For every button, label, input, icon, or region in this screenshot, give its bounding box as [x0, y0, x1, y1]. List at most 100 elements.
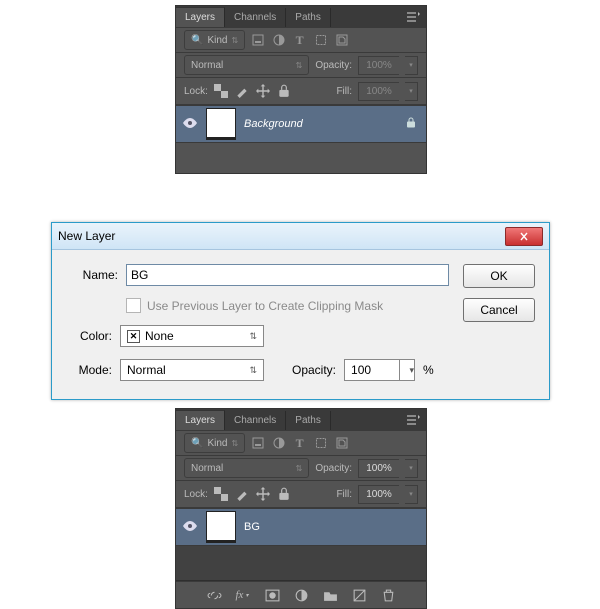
- filter-type-dropdown[interactable]: 🔍 Kind ⇅: [184, 433, 245, 453]
- pixel-filter-icon[interactable]: [251, 34, 264, 47]
- filter-row: 🔍 Kind ⇅ T: [176, 431, 426, 456]
- search-icon: 🔍: [191, 438, 203, 449]
- blend-mode-dropdown[interactable]: Normal⇅: [184, 458, 309, 478]
- smart-filter-icon[interactable]: [335, 34, 348, 47]
- lock-transparency-icon[interactable]: [214, 84, 228, 98]
- type-filter-icon[interactable]: T: [293, 437, 306, 450]
- color-dropdown[interactable]: ✕ None ⇅: [120, 325, 264, 347]
- lock-all-icon[interactable]: [277, 84, 291, 98]
- panel-menu-icon[interactable]: [400, 6, 426, 28]
- name-field-row: Name:: [66, 264, 449, 286]
- opacity-value[interactable]: 100%: [358, 459, 399, 478]
- dialog-titlebar[interactable]: New Layer: [52, 223, 549, 250]
- adjustment-filter-icon[interactable]: [272, 34, 285, 47]
- opacity-label: Opacity:: [315, 463, 352, 474]
- shape-filter-icon[interactable]: [314, 437, 327, 450]
- cancel-button[interactable]: Cancel: [463, 298, 535, 322]
- lock-row: Lock: Fill: 100% ▾: [176, 480, 426, 508]
- search-icon: 🔍: [191, 35, 203, 46]
- shape-filter-icon[interactable]: [314, 34, 327, 47]
- lock-indicator-icon[interactable]: [402, 117, 420, 131]
- clipping-mask-checkbox: [126, 298, 141, 313]
- chevron-down-icon: ▾: [409, 365, 414, 376]
- lock-pixels-icon[interactable]: [235, 487, 249, 501]
- smart-filter-icon[interactable]: [335, 437, 348, 450]
- link-layers-icon[interactable]: [207, 588, 222, 603]
- layers-panel-before: Layers Channels Paths 🔍Kind⇅ T Normal⇅ O…: [175, 5, 427, 174]
- layer-name[interactable]: Background: [244, 118, 303, 130]
- layer-row-bg[interactable]: BG: [176, 508, 426, 546]
- color-label: Color:: [66, 329, 112, 343]
- adjustment-layer-icon[interactable]: [294, 588, 309, 603]
- opacity-stepper[interactable]: ▾: [405, 56, 418, 75]
- pixel-filter-icon[interactable]: [251, 437, 264, 450]
- tab-channels[interactable]: Channels: [225, 411, 286, 430]
- lock-transparency-icon[interactable]: [214, 487, 228, 501]
- delete-layer-icon[interactable]: [381, 588, 396, 603]
- lock-row: Lock: Fill: 100%▾: [176, 77, 426, 105]
- type-filter-icon[interactable]: T: [293, 34, 306, 47]
- clipping-mask-row: Use Previous Layer to Create Clipping Ma…: [126, 298, 449, 313]
- lock-label: Lock:: [184, 489, 208, 500]
- opacity-stepper[interactable]: ▾: [400, 359, 415, 381]
- layer-thumbnail[interactable]: [206, 511, 236, 543]
- chevron-icon: ⇅: [249, 365, 257, 376]
- lock-position-icon[interactable]: [256, 84, 270, 98]
- lock-all-icon[interactable]: [277, 487, 291, 501]
- tab-channels[interactable]: Channels: [225, 8, 286, 27]
- chevron-icon: ⇅: [231, 439, 238, 448]
- fill-value[interactable]: 100%: [358, 485, 399, 504]
- fill-label: Fill:: [336, 489, 352, 500]
- layer-row-background[interactable]: Background: [176, 105, 426, 143]
- layer-name[interactable]: BG: [244, 521, 260, 533]
- blend-row: Normal⇅ Opacity: 100% ▾: [176, 53, 426, 77]
- filter-icons: T: [251, 437, 348, 450]
- dialog-fields: Name: Use Previous Layer to Create Clipp…: [66, 264, 449, 381]
- adjustment-filter-icon[interactable]: [272, 437, 285, 450]
- lock-icons-group: [214, 487, 291, 501]
- panel-tabbar: Layers Channels Paths: [176, 409, 426, 431]
- mode-value: Normal: [127, 363, 166, 377]
- fill-stepper[interactable]: ▾: [405, 485, 418, 504]
- new-layer-icon[interactable]: [352, 588, 367, 603]
- fill-label: Fill:: [336, 86, 352, 97]
- tab-layers[interactable]: Layers: [176, 410, 225, 430]
- mode-dropdown[interactable]: Normal ⇅: [120, 359, 264, 381]
- mode-label: Mode:: [66, 363, 112, 377]
- layer-thumbnail[interactable]: [206, 108, 236, 140]
- dialog-title: New Layer: [58, 229, 115, 243]
- opacity-label: Opacity:: [315, 60, 352, 71]
- opacity-input[interactable]: 100: [344, 359, 400, 381]
- ok-button[interactable]: OK: [463, 264, 535, 288]
- layer-style-icon[interactable]: fx▾: [236, 588, 251, 603]
- opacity-value[interactable]: 100%: [358, 56, 399, 75]
- color-field-row: Color: ✕ None ⇅: [66, 325, 449, 347]
- filter-icons: T: [251, 34, 348, 47]
- lock-pixels-icon[interactable]: [235, 84, 249, 98]
- percent-label: %: [423, 363, 434, 377]
- filter-label: Kind: [207, 438, 227, 449]
- chevron-icon: ⇅: [296, 464, 303, 473]
- name-label: Name:: [66, 268, 118, 282]
- filter-type-dropdown[interactable]: 🔍Kind⇅: [184, 30, 245, 50]
- panel-tabbar: Layers Channels Paths: [176, 6, 426, 28]
- fill-stepper[interactable]: ▾: [405, 82, 418, 101]
- layer-mask-icon[interactable]: [265, 588, 280, 603]
- new-group-icon[interactable]: [323, 588, 338, 603]
- opacity-label: Opacity:: [292, 363, 336, 377]
- panel-menu-icon[interactable]: [400, 409, 426, 431]
- chevron-icon: ⇅: [296, 61, 303, 70]
- blend-mode-dropdown[interactable]: Normal⇅: [184, 55, 309, 75]
- fill-value[interactable]: 100%: [358, 82, 399, 101]
- tab-paths[interactable]: Paths: [286, 411, 331, 430]
- visibility-icon[interactable]: [182, 521, 198, 534]
- visibility-icon[interactable]: [182, 118, 198, 131]
- lock-position-icon[interactable]: [256, 487, 270, 501]
- tab-layers[interactable]: Layers: [176, 7, 225, 27]
- tab-paths[interactable]: Paths: [286, 8, 331, 27]
- filter-row: 🔍Kind⇅ T: [176, 28, 426, 53]
- new-layer-dialog: New Layer Name: Use Previous Layer to Cr…: [51, 222, 550, 400]
- name-input[interactable]: [126, 264, 449, 286]
- close-button[interactable]: [505, 227, 543, 246]
- opacity-stepper[interactable]: ▾: [405, 459, 418, 478]
